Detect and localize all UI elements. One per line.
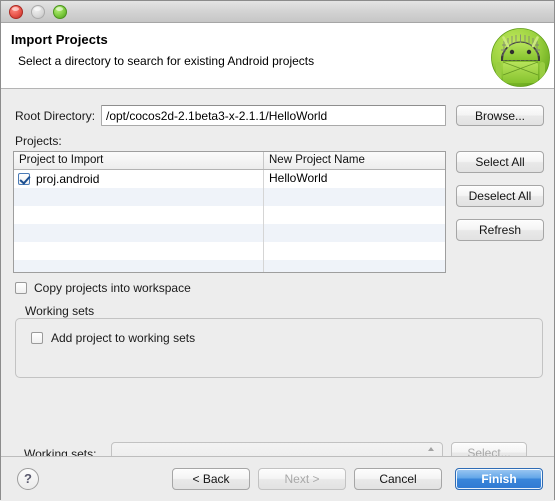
cell-empty — [14, 206, 264, 224]
cell-empty — [264, 188, 445, 206]
dialog-body: Root Directory: Projects: Project to Imp… — [1, 89, 554, 463]
import-projects-dialog: Import Projects Select a directory to se… — [0, 0, 555, 501]
copy-projects-label: Copy projects into workspace — [34, 281, 191, 295]
cell-project-to-import: proj.android — [14, 170, 264, 188]
minimize-window-button[interactable] — [31, 4, 45, 19]
table-row[interactable]: proj.android HelloWorld — [14, 170, 445, 188]
dialog-footer: ? < Back Next > Cancel Finish — [1, 456, 554, 501]
maximize-window-button[interactable] — [53, 4, 67, 19]
table-row-empty[interactable] — [14, 242, 445, 260]
cell-empty — [14, 188, 264, 206]
copy-projects-row[interactable]: Copy projects into workspace — [15, 281, 191, 295]
chevron-up-icon — [428, 447, 434, 451]
refresh-button[interactable]: Refresh — [456, 219, 544, 241]
table-row-empty[interactable] — [14, 260, 445, 272]
cell-empty — [14, 260, 264, 272]
table-header-row: Project to Import New Project Name — [14, 152, 445, 170]
cell-empty — [14, 224, 264, 242]
copy-projects-checkbox[interactable] — [15, 282, 27, 294]
working-sets-group — [15, 318, 543, 378]
cell-empty — [14, 242, 264, 260]
cell-empty — [264, 242, 445, 260]
root-directory-label: Root Directory: — [15, 109, 96, 123]
table-body: proj.android HelloWorld — [14, 170, 445, 272]
finish-button[interactable]: Finish — [455, 468, 543, 490]
table-row-empty[interactable] — [14, 224, 445, 242]
close-window-button[interactable] — [9, 4, 23, 19]
row-checkbox[interactable] — [18, 173, 30, 185]
cell-project-label: proj.android — [36, 171, 100, 186]
table-row-empty[interactable] — [14, 206, 445, 224]
cell-new-project-name: HelloWorld — [269, 171, 328, 185]
dialog-header: Import Projects Select a directory to se… — [1, 23, 554, 89]
page-subtitle: Select a directory to search for existin… — [18, 54, 315, 68]
cancel-button[interactable]: Cancel — [354, 468, 442, 490]
select-all-button[interactable]: Select All — [456, 151, 544, 173]
add-project-checkbox[interactable] — [31, 332, 43, 344]
android-robot-icon — [491, 28, 550, 87]
next-button[interactable]: Next > — [258, 468, 346, 490]
browse-button[interactable]: Browse... — [456, 105, 544, 126]
projects-table[interactable]: Project to Import New Project Name proj.… — [13, 151, 446, 273]
column-header-project-to-import[interactable]: Project to Import — [14, 152, 264, 169]
help-icon[interactable]: ? — [17, 468, 39, 490]
add-project-label: Add project to working sets — [51, 331, 196, 345]
table-row-empty[interactable] — [14, 188, 445, 206]
column-header-new-project-name[interactable]: New Project Name — [264, 152, 445, 169]
cell-empty — [264, 260, 445, 272]
root-directory-input[interactable] — [101, 105, 446, 126]
projects-label: Projects: — [15, 134, 62, 148]
deselect-all-button[interactable]: Deselect All — [456, 185, 544, 207]
cell-empty — [264, 206, 445, 224]
window-titlebar — [1, 1, 554, 23]
page-title: Import Projects — [11, 32, 108, 47]
cell-empty — [264, 224, 445, 242]
add-project-row[interactable]: Add project to working sets — [31, 331, 195, 345]
working-sets-group-label: Working sets — [25, 304, 95, 318]
back-button[interactable]: < Back — [172, 468, 250, 490]
